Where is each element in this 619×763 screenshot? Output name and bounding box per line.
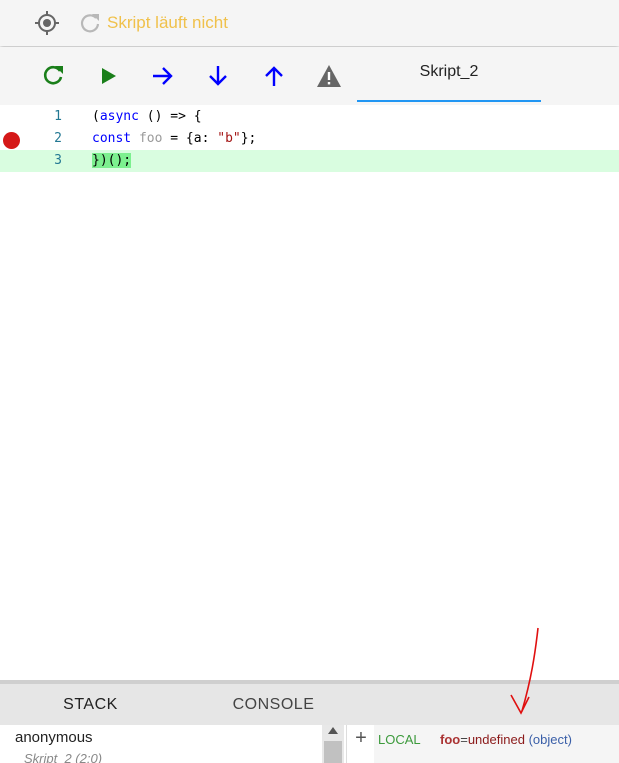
arrow-up-icon[interactable] (261, 63, 287, 89)
code-line: 2 const foo = {a: "b"}; (0, 128, 619, 150)
current-line: 3 })(); (0, 150, 619, 172)
arrow-right-icon[interactable] (150, 63, 176, 89)
breakpoint-marker[interactable] (3, 132, 20, 149)
scrollbar[interactable] (322, 725, 344, 763)
variable-equals: = (460, 732, 468, 747)
reload-icon (80, 14, 100, 33)
variable-value: undefined (467, 732, 525, 747)
code-variable: foo (138, 131, 163, 146)
line-number: 3 (54, 153, 62, 168)
code-string: "b" (217, 131, 241, 146)
code-token: () => { (138, 109, 202, 124)
status-bar: Skript läuft nicht (0, 0, 619, 46)
tab-console[interactable]: CONSOLE (185, 684, 362, 725)
variable-type: (object) (528, 732, 572, 747)
arrow-down-icon[interactable] (205, 63, 231, 89)
code-text: })(); (92, 153, 132, 168)
restart-icon[interactable] (40, 63, 66, 89)
code-token: = {a: (162, 131, 218, 146)
variable-entry[interactable]: foo=undefined (object) (440, 732, 572, 747)
stack-function: anonymous (15, 729, 93, 746)
code-token: ( (92, 109, 100, 124)
variable-name: foo (440, 732, 461, 747)
code-text: (async () => { (92, 109, 202, 124)
bottom-tabs: STACK CONSOLE (0, 680, 619, 727)
scroll-thumb[interactable] (324, 741, 342, 763)
stack-location: Skript_2 (2:0) (24, 751, 103, 763)
line-number: 2 (54, 131, 62, 146)
execution-highlight: })(); (92, 153, 132, 168)
line-number: 1 (54, 109, 62, 124)
scope-panel: LOCAL foo=undefined (object) (374, 725, 619, 763)
target-icon[interactable] (34, 10, 60, 36)
scope-label: LOCAL (378, 732, 421, 747)
debug-panel: anonymous Skript_2 (2:0) + LOCAL foo=und… (0, 725, 619, 763)
add-watch-button[interactable]: + (352, 727, 370, 749)
divider (346, 725, 347, 763)
tab-script[interactable]: Skript_2 (357, 47, 541, 102)
play-icon[interactable] (96, 63, 122, 89)
scroll-up-icon[interactable] (328, 727, 338, 734)
warning-icon[interactable] (316, 63, 342, 89)
debug-toolbar: Skript_2 (0, 47, 619, 105)
code-text: const foo = {a: "b"}; (92, 131, 256, 146)
code-line: 1 (async () => { (0, 106, 619, 128)
code-editor[interactable]: 1 (async () => { 2 const foo = {a: "b"};… (0, 106, 619, 680)
tab-stack[interactable]: STACK (0, 684, 181, 727)
code-keyword: const (92, 131, 132, 146)
code-keyword: async (99, 109, 139, 124)
code-token: }; (240, 131, 257, 146)
script-status-text: Skript läuft nicht (107, 13, 228, 32)
